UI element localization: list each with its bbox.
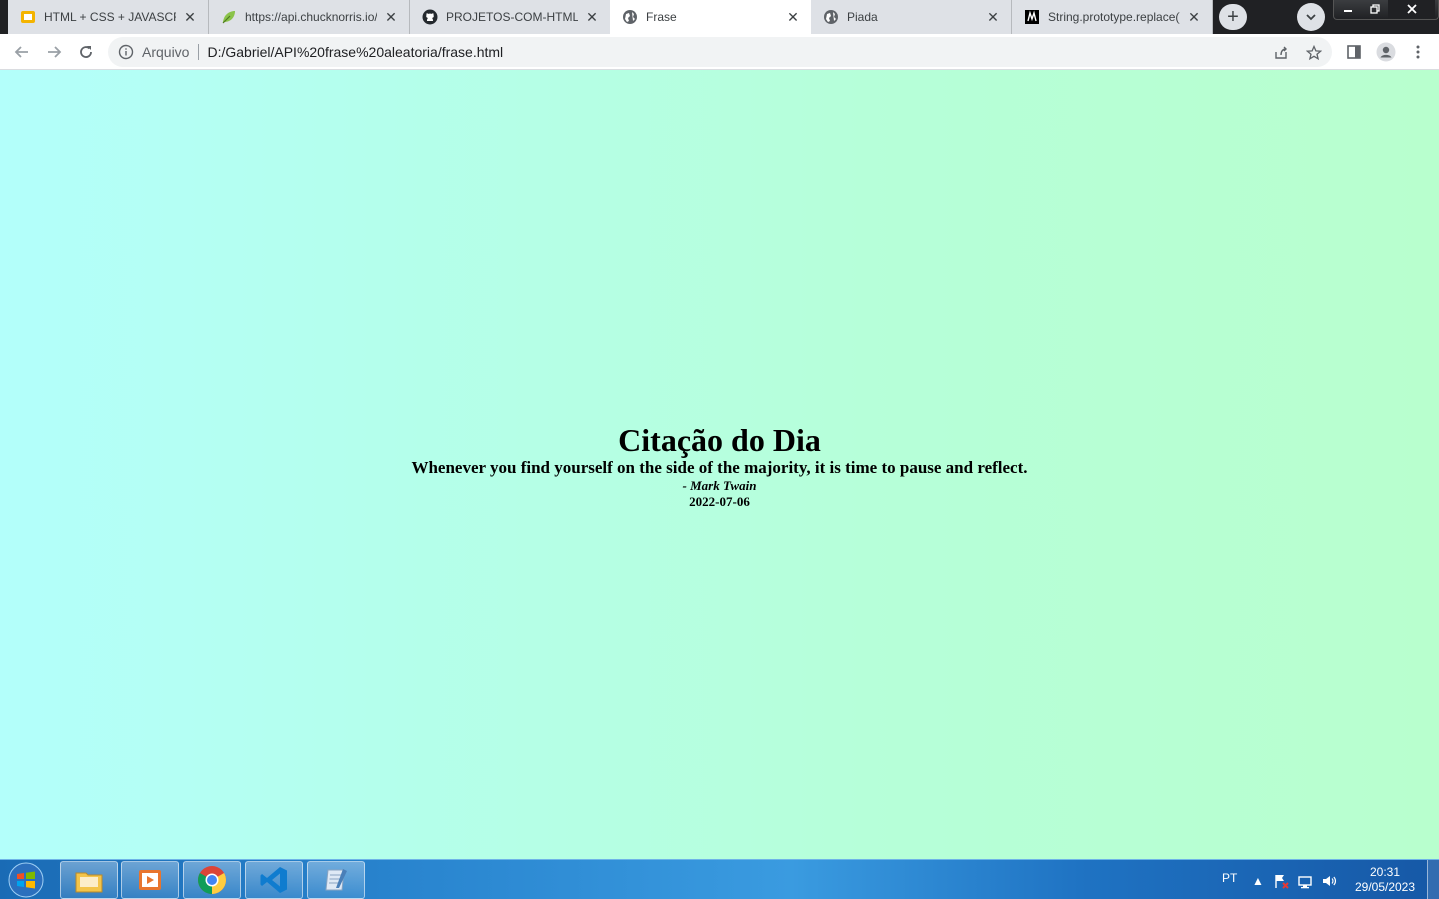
tab-title: Frase [646, 10, 677, 24]
show-desktop-button[interactable] [1427, 860, 1439, 899]
url-text[interactable]: D:/Gabriel/API%20frase%20aleatoria/frase… [207, 44, 503, 60]
quote-author: - Mark Twain [682, 478, 757, 493]
tab-piada[interactable]: Piada ✕ [811, 0, 1012, 34]
info-icon[interactable] [118, 44, 134, 60]
tab-search-button[interactable] [1297, 3, 1325, 31]
slides-icon [20, 9, 36, 25]
taskbar-file-explorer[interactable] [60, 861, 118, 899]
taskbar-media-player[interactable] [121, 861, 179, 899]
tab-title: HTML + CSS + JAVASCRIPT [44, 10, 176, 24]
vscode-icon [260, 867, 287, 893]
restore-icon [1369, 4, 1380, 14]
system-clock[interactable]: 20:31 29/05/2023 [1350, 865, 1420, 895]
side-panel-icon [1347, 45, 1361, 59]
close-tab-icon[interactable]: ✕ [985, 9, 1001, 25]
mdn-icon [1024, 9, 1040, 25]
tab-html-css-js[interactable]: HTML + CSS + JAVASCRIPT ✕ [8, 0, 209, 34]
tab-title: PROJETOS-COM-HTML_C [446, 10, 578, 24]
browser-toolbar: Arquivo D:/Gabriel/API%20frase%20aleator… [0, 34, 1439, 70]
tab-chucknorris[interactable]: https://api.chucknorris.io/ ✕ [209, 0, 410, 34]
tab-title: Piada [847, 10, 878, 24]
profile-button[interactable] [1375, 41, 1397, 63]
globe-icon [622, 9, 638, 25]
network-icon[interactable] [1297, 873, 1313, 889]
leaf-icon [221, 9, 237, 25]
star-icon[interactable] [1305, 44, 1323, 62]
language-indicator[interactable]: PT [1222, 871, 1237, 899]
tab-frase[interactable]: Frase ✕ [610, 0, 811, 34]
security-label: Arquivo [142, 44, 190, 60]
tab-github[interactable]: PROJETOS-COM-HTML_C ✕ [410, 0, 611, 34]
chrome-icon [198, 866, 226, 894]
tab-title: String.prototype.replace() [1048, 10, 1180, 24]
address-bar[interactable]: Arquivo D:/Gabriel/API%20frase%20aleator… [108, 37, 1332, 67]
arrow-left-icon [14, 46, 28, 58]
tab-mdn-replace[interactable]: String.prototype.replace() ✕ [1012, 0, 1213, 34]
close-icon [1406, 4, 1417, 14]
windows-taskbar: PT ▲ 20:31 29/05/2023 [0, 859, 1439, 899]
tab-title: https://api.chucknorris.io/ [245, 10, 377, 24]
forward-button[interactable] [41, 39, 67, 65]
tab-strip: HTML + CSS + JAVASCRIPT ✕ https://api.ch… [0, 0, 1439, 34]
taskbar-chrome[interactable] [183, 861, 241, 899]
plus-icon: + [1227, 5, 1239, 28]
minimize-icon [1343, 10, 1352, 12]
window-controls [1333, 0, 1439, 20]
arrow-right-icon [48, 46, 62, 58]
avatar-icon [1376, 42, 1396, 62]
globe-icon [823, 9, 839, 25]
share-icon[interactable] [1272, 44, 1290, 62]
side-panel-button[interactable] [1343, 41, 1365, 63]
menu-button[interactable] [1407, 41, 1429, 63]
page-title: Citação do Dia [618, 422, 821, 458]
notepad-icon [325, 869, 347, 891]
close-tab-icon[interactable]: ✕ [1186, 9, 1202, 25]
close-tab-icon[interactable]: ✕ [383, 9, 399, 25]
kebab-menu-icon [1416, 45, 1420, 59]
close-window-button[interactable] [1388, 0, 1435, 18]
chevron-up-icon[interactable]: ▲ [1250, 873, 1266, 889]
reload-icon [80, 46, 92, 58]
close-tab-icon[interactable]: ✕ [182, 9, 198, 25]
taskbar-notepad[interactable] [307, 861, 365, 899]
github-icon [422, 9, 438, 25]
reload-button[interactable] [73, 39, 99, 65]
windows-logo-icon [8, 862, 44, 898]
minimize-button[interactable] [1334, 0, 1361, 18]
back-button[interactable] [9, 39, 35, 65]
close-tab-icon[interactable]: ✕ [584, 9, 600, 25]
action-center-flag-icon[interactable] [1273, 873, 1289, 889]
clock-time: 20:31 [1369, 865, 1401, 879]
clock-date: 29/05/2023 [1354, 880, 1416, 894]
quote-container: Citação do Dia Whenever you find yoursel… [0, 422, 1439, 510]
taskbar-vscode[interactable] [245, 861, 303, 899]
divider [198, 44, 200, 60]
media-player-icon [139, 870, 161, 890]
volume-icon[interactable] [1321, 873, 1337, 889]
new-tab-button[interactable]: + [1219, 4, 1247, 30]
quote-text: Whenever you find yourself on the side o… [411, 458, 1028, 477]
page-content: Citação do Dia Whenever you find yoursel… [0, 70, 1439, 859]
quote-date: 2022-07-06 [689, 494, 750, 509]
chevron-down-icon [1306, 14, 1316, 21]
close-tab-icon[interactable]: ✕ [785, 9, 801, 25]
file-explorer-icon [75, 872, 103, 893]
restore-button[interactable] [1361, 0, 1388, 18]
start-button[interactable] [6, 862, 46, 898]
